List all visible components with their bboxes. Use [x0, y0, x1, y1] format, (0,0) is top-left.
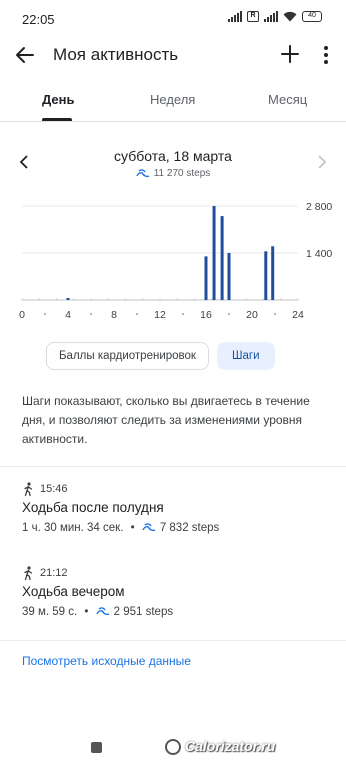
x-minor-tick [274, 313, 276, 315]
steps-chart: 1 400 2 800 0 4 8 12 16 20 24 [19, 201, 332, 321]
activity-time: 21:12 [40, 567, 68, 579]
baseline-dot [297, 298, 299, 300]
activity-time-row: 15:46 [22, 482, 68, 496]
activity-details: 1 ч. 30 мин. 34 сек. • 7 832 steps [22, 522, 219, 534]
tab-month[interactable]: Месяц [268, 92, 307, 107]
chip-steps[interactable]: Шаги [216, 342, 275, 370]
x-minor-tick [182, 313, 184, 315]
activity-title: Ходьба после полудня [22, 500, 164, 515]
date-label: суббота, 18 марта [114, 148, 232, 164]
add-button[interactable] [278, 42, 302, 66]
baseline-dot [107, 298, 109, 300]
activity-item[interactable]: 21:12 Ходьба вечером 39 м. 59 с. • 2 951… [0, 566, 346, 632]
back-button[interactable] [12, 42, 38, 68]
tab-indicator [42, 118, 72, 121]
arrow-left-icon [16, 47, 34, 63]
app-bar: Моя активность [0, 36, 346, 76]
baseline-dot [262, 298, 265, 300]
recents-button[interactable] [91, 742, 102, 753]
bar [204, 256, 208, 300]
x-minor-tick [228, 313, 230, 315]
status-bar: 22:05 R 40 [0, 0, 346, 36]
x-minor-tick [136, 313, 138, 315]
baseline-dot [38, 298, 40, 300]
page-title: Моя активность [53, 45, 179, 64]
divider [0, 466, 346, 467]
tab-week[interactable]: Неделя [150, 92, 195, 107]
x-tick-label: 4 [65, 309, 71, 321]
baseline-dot [55, 298, 58, 300]
baseline-dot [21, 298, 23, 300]
divider [0, 640, 346, 641]
sim-icon: R [247, 11, 259, 22]
baseline-dot [73, 298, 75, 300]
signal-icon-2 [264, 11, 278, 22]
chevron-right-icon [318, 155, 327, 169]
status-icons: R 40 [228, 11, 322, 22]
activity-time-row: 21:12 [22, 566, 68, 580]
home-button[interactable] [165, 739, 181, 755]
bar [227, 253, 231, 300]
plus-icon [281, 45, 299, 63]
x-tick-label: 8 [111, 309, 117, 321]
view-source-data-link[interactable]: Посмотреть исходные данные [22, 654, 191, 668]
x-minor-tick [44, 313, 46, 315]
metric-chips: Баллы кардиотренировок Шаги [46, 342, 275, 372]
baseline-dot [90, 298, 92, 300]
activity-steps: 7 832 steps [159, 522, 220, 534]
separator-dot: • [127, 522, 138, 534]
steps-description: Шаги показывают, сколько вы двигаетесь в… [22, 394, 310, 446]
signal-icon [228, 11, 242, 22]
daily-steps: 11 270 steps [0, 168, 346, 179]
separator-dot: • [81, 606, 92, 618]
next-day-button[interactable] [312, 150, 332, 174]
status-time: 22:05 [22, 12, 55, 27]
x-tick-label: 24 [292, 309, 304, 321]
activity-title: Ходьба вечером [22, 584, 125, 599]
baseline-dot [193, 298, 196, 300]
activity-duration: 1 ч. 30 мин. 34 сек. [22, 522, 124, 534]
x-tick-label: 12 [154, 309, 166, 321]
wifi-icon [283, 11, 297, 22]
bar [220, 216, 224, 300]
baseline-dot [211, 298, 213, 300]
chip-cardio-points[interactable]: Баллы кардиотренировок [46, 342, 209, 370]
bar [66, 297, 70, 300]
battery-icon: 40 [302, 11, 322, 22]
activity-duration: 39 м. 59 с. [22, 606, 78, 618]
activity-item[interactable]: 15:46 Ходьба после полудня 1 ч. 30 мин. … [0, 482, 346, 548]
bar [264, 251, 268, 300]
walking-icon [24, 482, 33, 496]
period-tabs: День Неделя Месяц [0, 80, 346, 122]
footsteps-icon [142, 523, 156, 532]
baseline-dot [176, 298, 178, 300]
baseline-dot [245, 298, 247, 300]
x-tick-label: 20 [246, 309, 258, 321]
baseline-dot [124, 298, 127, 300]
walking-icon [24, 566, 33, 580]
bar [271, 246, 275, 300]
daily-steps-value: 11 270 steps [153, 168, 211, 179]
watermark: Calorizator.ru [185, 738, 276, 754]
footsteps-icon [96, 607, 109, 616]
activity-steps: 2 951 steps [113, 606, 174, 618]
activity-time: 15:46 [40, 483, 68, 495]
x-tick-label: 16 [200, 309, 212, 321]
system-navigation: Calorizator.ru [0, 730, 346, 768]
y-tick-label: 1 400 [306, 248, 332, 260]
more-button[interactable] [316, 42, 336, 68]
baseline-dot [159, 298, 161, 300]
footsteps-icon [136, 168, 150, 177]
date-navigator: суббота, 18 марта 11 270 steps [0, 140, 346, 190]
baseline-dot [142, 298, 144, 300]
tab-day[interactable]: День [42, 92, 75, 107]
bar [212, 206, 216, 300]
y-tick-label: 2 800 [306, 201, 332, 213]
baseline-dot [280, 298, 282, 300]
x-minor-tick [90, 313, 92, 315]
activity-details: 39 м. 59 с. • 2 951 steps [22, 606, 173, 618]
x-tick-label: 0 [19, 309, 25, 321]
more-vertical-icon [324, 46, 328, 64]
